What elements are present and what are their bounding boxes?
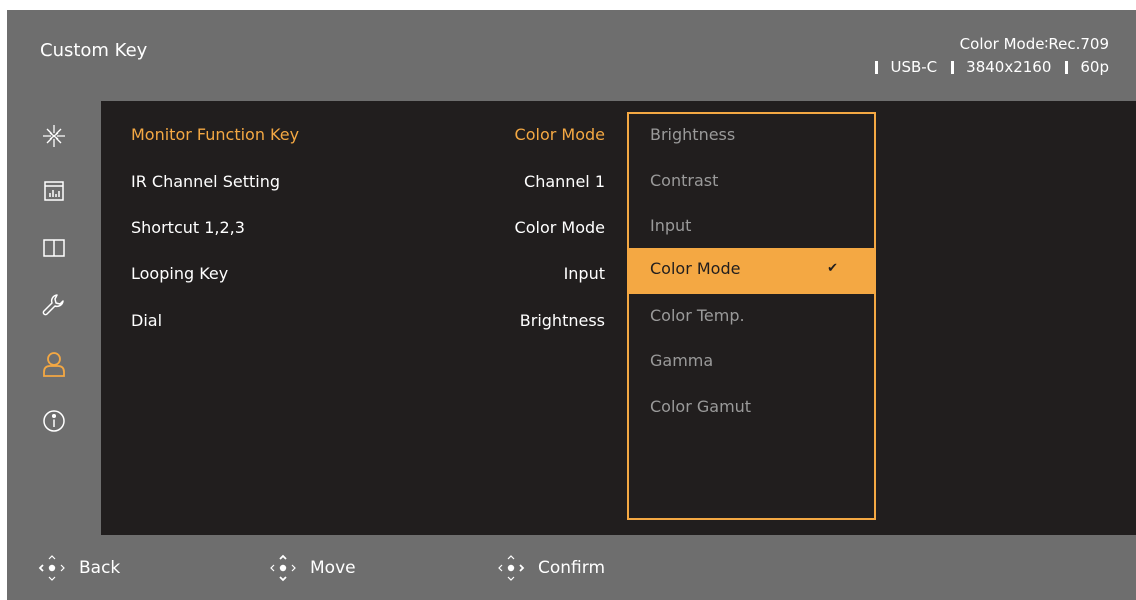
- signal-status: USB-C 3840x2160 60p: [861, 58, 1109, 76]
- pip-icon[interactable]: [37, 231, 71, 265]
- joystick-left-icon: [38, 555, 65, 581]
- menu-item-value: Channel 1: [524, 172, 605, 191]
- refresh-rate: 60p: [1080, 58, 1109, 76]
- resolution: 3840x2160: [966, 58, 1052, 76]
- picture-mode-icon[interactable]: [37, 119, 71, 153]
- option-color-mode[interactable]: Color Mode ✔: [629, 248, 874, 294]
- option-color-temp[interactable]: Color Temp.: [629, 295, 874, 341]
- menu-item-dial[interactable]: Dial Brightness: [101, 302, 621, 342]
- back-label: Back: [79, 558, 121, 578]
- sidebar: [7, 101, 101, 535]
- option-gamma[interactable]: Gamma: [629, 340, 874, 386]
- joystick-right-icon: [498, 555, 525, 581]
- checkmark-icon: ✔: [827, 261, 838, 276]
- menu-item-monitor-function-key[interactable]: Monitor Function Key Color Mode: [101, 116, 621, 156]
- menu-item-label: Dial: [131, 311, 163, 330]
- menu-item-shortcut[interactable]: Shortcut 1,2,3 Color Mode: [101, 209, 621, 249]
- color-mode-status: Color Mode∶Rec.709: [959, 35, 1109, 53]
- option-color-gamut[interactable]: Color Gamut: [629, 386, 874, 432]
- separator: [875, 60, 879, 74]
- separator: [1065, 60, 1069, 74]
- input-source: USB-C: [890, 58, 938, 76]
- menu-item-label: Monitor Function Key: [131, 125, 300, 144]
- function-options-dropdown: Brightness Contrast Input Color Mode ✔ C…: [627, 112, 876, 520]
- menu-item-label: IR Channel Setting: [131, 172, 280, 191]
- move-label: Move: [310, 558, 356, 578]
- option-input[interactable]: Input: [629, 205, 874, 251]
- footer-hints: Back Move Confirm: [7, 535, 1136, 600]
- osd-menu: Custom Key Color Mode∶Rec.709 USB-C 3840…: [7, 10, 1136, 600]
- confirm-hint[interactable]: Confirm: [496, 553, 605, 583]
- system-wrench-icon[interactable]: [37, 288, 71, 322]
- info-icon[interactable]: [37, 404, 71, 438]
- joystick-updown-icon: [270, 554, 296, 582]
- page-title: Custom Key: [40, 40, 148, 61]
- menu-item-value: Color Mode: [514, 125, 605, 144]
- menu-item-looping-key[interactable]: Looping Key Input: [101, 255, 621, 295]
- menu-item-ir-channel-setting[interactable]: IR Channel Setting Channel 1: [101, 163, 621, 203]
- option-brightness[interactable]: Brightness: [629, 114, 874, 160]
- back-hint[interactable]: Back: [37, 553, 120, 583]
- move-hint[interactable]: Move: [268, 553, 356, 583]
- menu-item-value: Color Mode: [514, 218, 605, 237]
- menu-item-label: Shortcut 1,2,3: [131, 218, 245, 237]
- header-bar: Custom Key Color Mode∶Rec.709 USB-C 3840…: [7, 10, 1136, 101]
- option-label: Color Mode: [650, 259, 741, 278]
- menu-item-label: Looping Key: [131, 264, 229, 283]
- user-icon[interactable]: [37, 347, 71, 381]
- confirm-label: Confirm: [538, 558, 606, 578]
- display-icon[interactable]: [37, 174, 71, 208]
- separator: [951, 60, 955, 74]
- option-contrast[interactable]: Contrast: [629, 160, 874, 206]
- menu-item-value: Input: [563, 264, 605, 283]
- menu-item-value: Brightness: [519, 311, 605, 330]
